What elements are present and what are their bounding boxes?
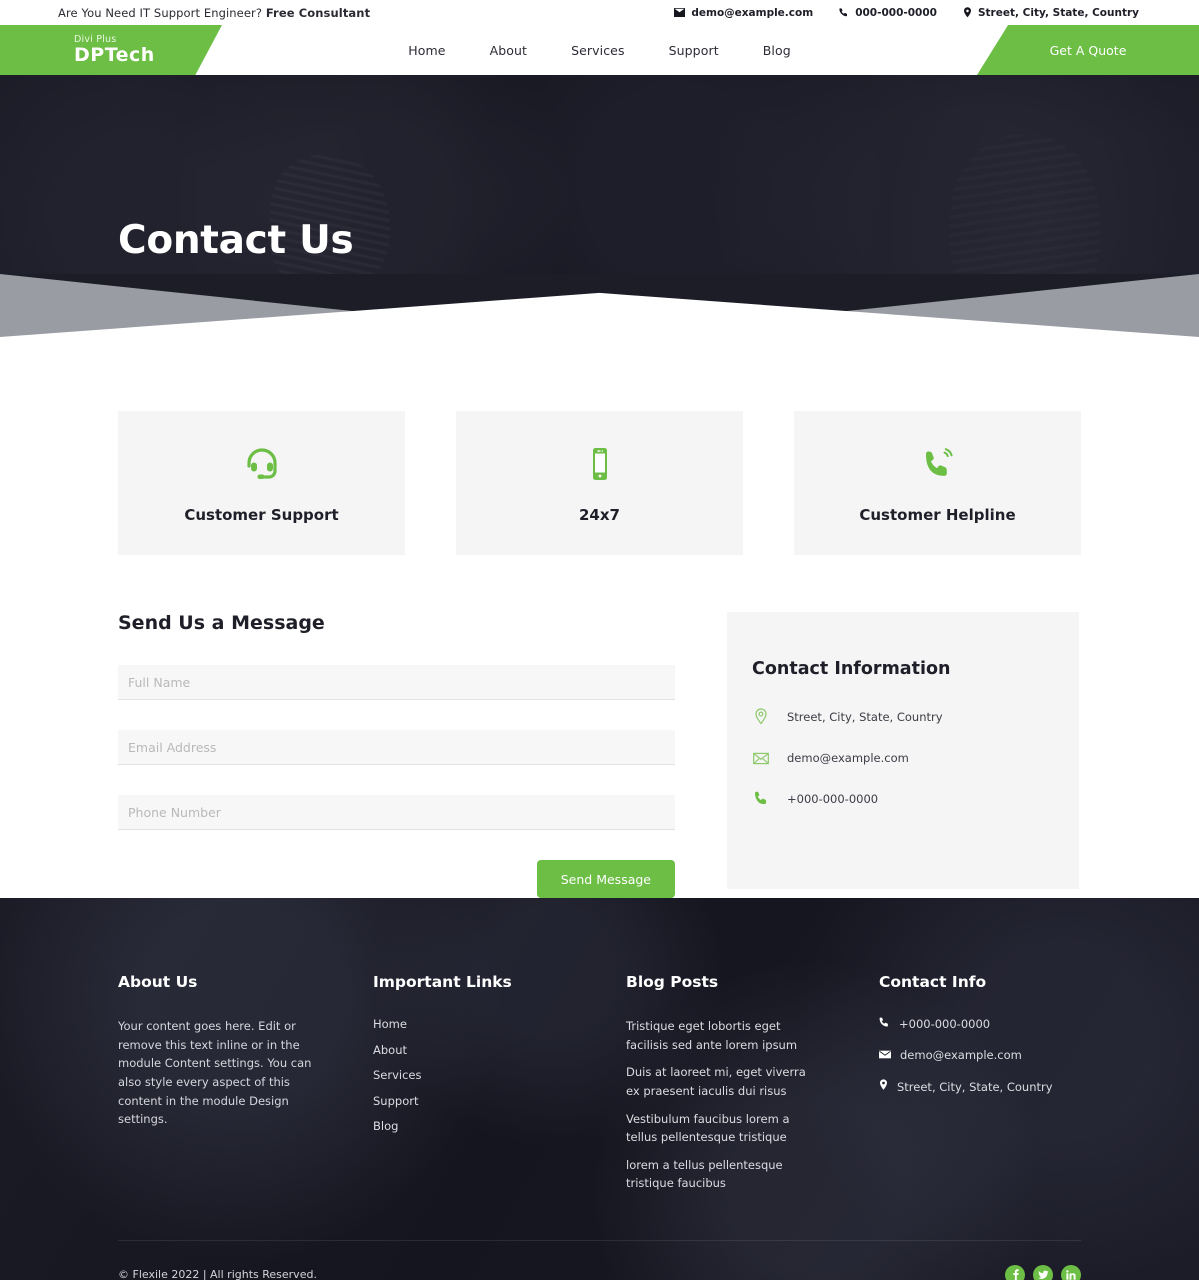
footer-link-about[interactable]: About (373, 1043, 626, 1057)
nav-item-services[interactable]: Services (571, 43, 625, 58)
footer-post-item[interactable]: Vestibulum faucibus lorem a tellus pelle… (626, 1110, 822, 1147)
footer-about-column: About Us Your content goes here. Edit or… (118, 973, 373, 1202)
footer-about-heading: About Us (118, 973, 198, 991)
envelope-icon (879, 1048, 891, 1062)
nav-item-about[interactable]: About (490, 43, 527, 58)
topbar-phone[interactable]: 000-000-0000 (839, 7, 937, 19)
footer-contact-address: Street, City, State, Country (879, 1079, 1081, 1094)
footer-contact-heading: Contact Info (879, 973, 987, 991)
footer-contact-email-text: demo@example.com (900, 1048, 1022, 1062)
footer-post-item[interactable]: Tristique eget lobortis eget facilisis s… (626, 1017, 822, 1054)
footer-post-item[interactable]: Duis at laoreet mi, eget viverra ex prae… (626, 1063, 822, 1100)
twitter-icon[interactable] (1033, 1264, 1053, 1280)
footer-contact-column: Contact Info +000-000-0000 demo@example.… (879, 973, 1081, 1202)
topbar-address-text: Street, City, State, Country (977, 6, 1139, 19)
form-actions: Send Message (118, 860, 675, 898)
envelope-icon (752, 752, 770, 765)
contact-form: Send Us a Message Send Message (118, 612, 675, 898)
footer-link-services[interactable]: Services (373, 1068, 626, 1082)
tagline-plain: Are You Need IT Support Engineer? (58, 5, 266, 20)
map-pin-icon (752, 708, 770, 725)
footer-contact-email: demo@example.com (879, 1048, 1081, 1062)
nav-item-blog[interactable]: Blog (763, 43, 791, 58)
ringing-phone-icon (918, 442, 958, 486)
footer-link-home[interactable]: Home (373, 1017, 626, 1031)
card-24x7: 24x7 (456, 411, 743, 555)
page-title: Contact Us (118, 218, 354, 263)
footer-contact-address-text: Street, City, State, Country (897, 1079, 1053, 1094)
card-label: Customer Helpline (859, 506, 1016, 524)
send-message-button[interactable]: Send Message (536, 860, 675, 898)
phone-icon (752, 791, 770, 806)
logo[interactable]: Divi Plus DPTech (0, 25, 222, 75)
main-navigation: Home About Services Support Blog (222, 25, 977, 75)
footer-columns: About Us Your content goes here. Edit or… (118, 973, 1081, 1202)
topbar-phone-text: 000-000-0000 (855, 6, 937, 19)
footer-about-text: Your content goes here. Edit or remove t… (118, 1019, 312, 1127)
phone-icon (879, 1017, 890, 1031)
tagline: Are You Need IT Support Engineer? Free C… (58, 6, 370, 20)
contact-info-phone: +000-000-0000 (752, 791, 1079, 806)
feature-cards: Customer Support 24x7 Customer Helpline (0, 337, 1199, 555)
contact-info-email: demo@example.com (752, 751, 1079, 765)
footer-bottom-bar: © Flexile 2022 | All rights Reserved. (118, 1240, 1081, 1280)
footer-link-support[interactable]: Support (373, 1094, 626, 1108)
contact-info-address-text: Street, City, State, Country (787, 709, 943, 724)
nav-item-home[interactable]: Home (408, 43, 445, 58)
logo-subtitle: Divi Plus (74, 33, 117, 45)
email-address-input[interactable] (118, 730, 675, 765)
social-links (1005, 1264, 1081, 1280)
get-a-quote-label: Get A Quote (1049, 42, 1127, 58)
contact-information-panel: Contact Information Street, City, State,… (727, 612, 1079, 889)
topbar-address[interactable]: Street, City, State, Country (963, 7, 1139, 19)
contact-info-phone-text: +000-000-0000 (787, 791, 879, 806)
full-name-input[interactable] (118, 665, 675, 700)
map-pin-icon (879, 1079, 888, 1094)
headset-icon (242, 442, 282, 486)
contact-info-address: Street, City, State, Country (752, 708, 1079, 725)
contact-information-title: Contact Information (752, 659, 951, 679)
footer-link-blog[interactable]: Blog (373, 1119, 626, 1133)
card-customer-support: Customer Support (118, 411, 405, 555)
card-label: 24x7 (579, 506, 620, 524)
top-utility-bar: Are You Need IT Support Engineer? Free C… (0, 0, 1199, 25)
facebook-icon[interactable] (1005, 1264, 1025, 1280)
footer-contact-phone: +000-000-0000 (879, 1017, 1081, 1031)
topbar-contact-group: demo@example.com 000-000-0000 Street, Ci… (674, 7, 1139, 19)
form-title: Send Us a Message (118, 612, 325, 634)
site-footer: About Us Your content goes here. Edit or… (0, 898, 1199, 1280)
get-a-quote-button[interactable]: Get A Quote (977, 25, 1199, 75)
mobile-phone-icon (580, 442, 620, 486)
envelope-icon (674, 8, 686, 17)
footer-links-column: Important Links Home About Services Supp… (373, 973, 626, 1202)
map-pin-icon (963, 7, 972, 18)
page-root: Are You Need IT Support Engineer? Free C… (0, 0, 1199, 1280)
linkedin-icon[interactable] (1061, 1264, 1081, 1280)
contact-info-email-text: demo@example.com (787, 751, 909, 765)
topbar-email[interactable]: demo@example.com (674, 7, 813, 19)
footer-posts-heading: Blog Posts (626, 973, 719, 991)
main-content: Customer Support 24x7 Customer Helpline … (0, 337, 1199, 898)
hero-banner: Contact Us (0, 75, 1199, 337)
card-customer-helpline: Customer Helpline (794, 411, 1081, 555)
footer-links-heading: Important Links (373, 973, 512, 991)
copyright-text: © Flexile 2022 | All rights Reserved. (118, 1268, 317, 1280)
phone-number-input[interactable] (118, 795, 675, 830)
logo-title: DPTech (74, 44, 155, 67)
nav-item-support[interactable]: Support (669, 43, 719, 58)
tagline-bold: Free Consultant (265, 5, 371, 20)
contact-section: Send Us a Message Send Message Contact I… (0, 555, 1199, 898)
phone-icon (839, 7, 849, 18)
topbar-email-text: demo@example.com (691, 6, 814, 19)
card-label: Customer Support (184, 506, 339, 524)
footer-contact-phone-text: +000-000-0000 (899, 1017, 991, 1031)
footer-post-item[interactable]: lorem a tellus pellentesque tristique fa… (626, 1156, 822, 1193)
footer-posts-column: Blog Posts Tristique eget lobortis eget … (626, 973, 879, 1202)
site-header: Divi Plus DPTech Home About Services Sup… (0, 25, 1199, 75)
